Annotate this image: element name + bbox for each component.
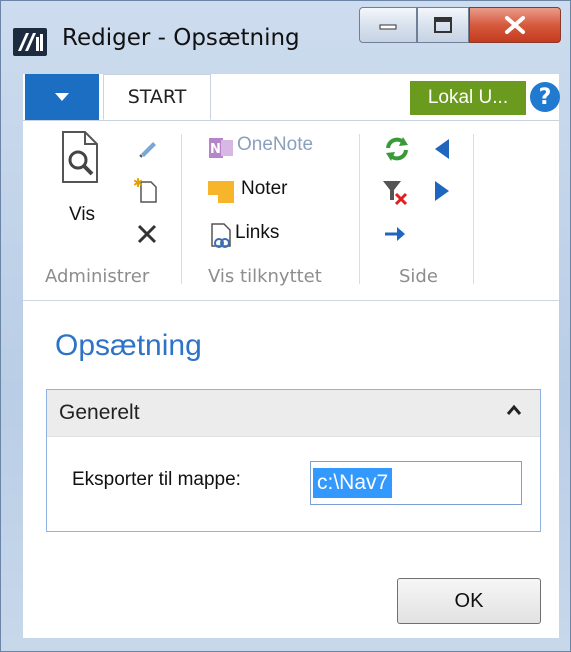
close-button[interactable] [469, 7, 561, 43]
onenote-button[interactable]: OneNote [237, 134, 313, 156]
group-label-vis-tilknyttet: Vis tilknyttet [208, 266, 322, 287]
group-label-side: Side [399, 266, 438, 287]
refresh-icon[interactable] [383, 136, 411, 166]
onenote-icon: N [207, 136, 235, 164]
tab-start[interactable]: START [103, 74, 211, 120]
close-icon [505, 16, 525, 34]
fasttab-generelt: Generelt Eksporter til mappe: c:\Nav7 [46, 389, 541, 532]
view-label: Vis [69, 204, 96, 225]
fasttab-header[interactable]: Generelt [47, 390, 540, 437]
chevron-up-icon[interactable] [505, 403, 523, 417]
delete-icon[interactable] [135, 222, 159, 250]
ribbon-tabs: START Lokal U... ? [23, 74, 560, 121]
links-button[interactable]: Links [235, 222, 279, 244]
minimize-icon [379, 24, 397, 30]
window-title: Rediger - Opsætning [62, 25, 300, 51]
minimize-button[interactable] [359, 7, 417, 43]
group-separator [359, 134, 360, 284]
view-document-icon [62, 131, 98, 183]
edit-icon[interactable] [137, 136, 159, 162]
maximize-icon [434, 17, 452, 33]
group-label-administrer: Administrer [45, 266, 150, 287]
go-to-icon[interactable] [383, 224, 407, 248]
export-folder-field[interactable]: c:\Nav7 [310, 461, 522, 505]
notes-button[interactable]: Noter [241, 178, 287, 200]
title-bar[interactable]: Rediger - Opsætning [1, 1, 571, 73]
export-folder-value: c:\Nav7 [313, 468, 393, 498]
app-menu-button[interactable] [25, 74, 99, 120]
new-icon[interactable]: ✱ [133, 176, 159, 208]
ribbon: START Lokal U... ? Vis ✱ Administrer N O… [23, 74, 560, 301]
links-icon [209, 222, 235, 254]
page-title: Opsætning [55, 329, 202, 362]
group-separator [181, 134, 182, 284]
app-logo-icon [13, 28, 47, 56]
ok-button[interactable]: OK [397, 578, 541, 624]
notes-icon [207, 179, 235, 209]
maximize-button[interactable] [417, 7, 469, 43]
company-badge[interactable]: Lokal U... [410, 81, 526, 115]
group-separator [473, 134, 474, 284]
chevron-down-icon [55, 92, 69, 101]
clear-filter-icon[interactable] [381, 178, 409, 210]
fasttab-title: Generelt [59, 401, 140, 424]
dialog-window: Rediger - Opsætning START Lokal U... ? V… [0, 0, 571, 652]
next-icon[interactable] [433, 180, 451, 206]
svg-text:✱: ✱ [133, 176, 143, 190]
view-button[interactable] [59, 130, 103, 190]
help-button[interactable]: ? [530, 82, 560, 112]
svg-text:N: N [210, 142, 221, 157]
previous-icon[interactable] [433, 138, 451, 164]
export-folder-label: Eksporter til mappe: [72, 469, 241, 490]
